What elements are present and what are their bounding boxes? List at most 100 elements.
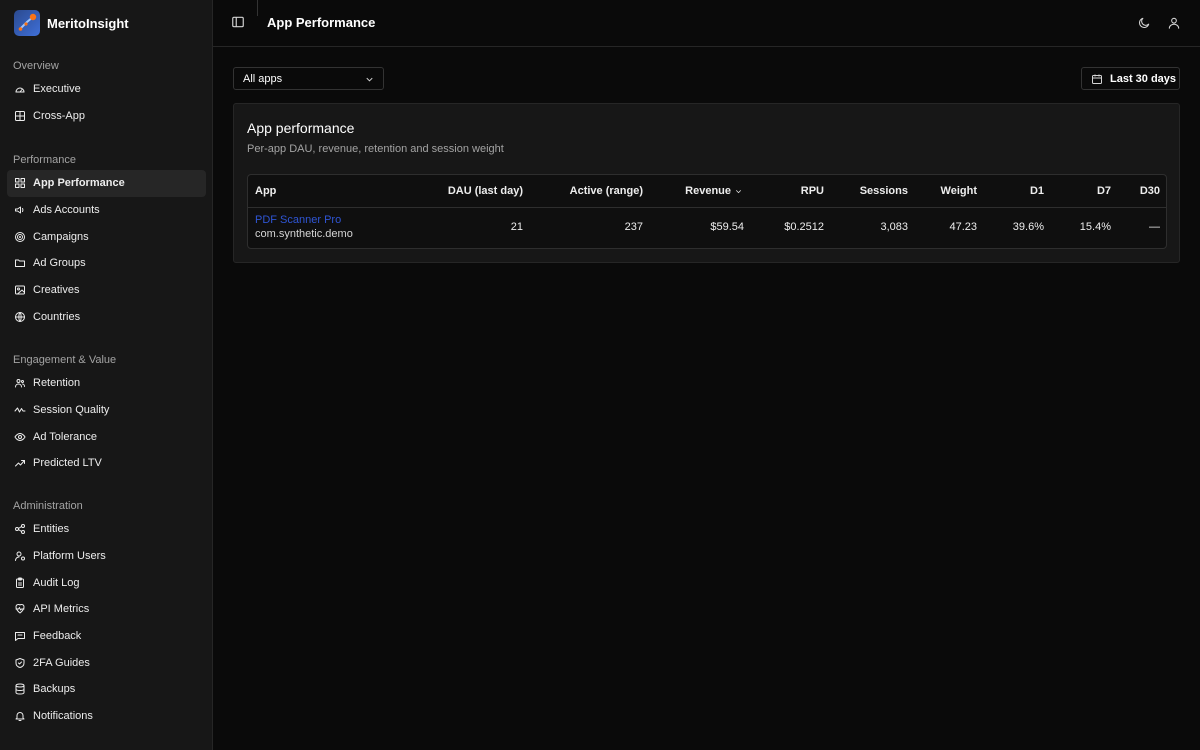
page-title: App Performance bbox=[267, 15, 376, 30]
sidebar-item-feedback[interactable]: Feedback bbox=[7, 623, 206, 650]
nav-group-engagement: Engagement & Value Retention Session Qua… bbox=[0, 350, 213, 477]
column-header-d7[interactable]: D7 bbox=[1097, 185, 1111, 197]
card-title: App performance bbox=[247, 120, 355, 136]
card-subtitle: Per-app DAU, revenue, retention and sess… bbox=[247, 143, 504, 155]
column-header-revenue[interactable]: Revenue bbox=[685, 185, 743, 197]
sidebar-item-cross-app[interactable]: Cross-App bbox=[7, 103, 206, 130]
brand-name: MeritoInsight bbox=[47, 15, 129, 31]
sidebar-item-label: Platform Users bbox=[33, 550, 106, 563]
target-icon bbox=[14, 231, 26, 243]
sidebar-item-backups[interactable]: Backups bbox=[7, 676, 206, 703]
app-performance-card: App performance Per-app DAU, revenue, re… bbox=[233, 103, 1180, 263]
sidebar-item-platform-users[interactable]: Platform Users bbox=[7, 543, 206, 570]
date-range-label: Last 30 days bbox=[1110, 72, 1177, 85]
sidebar-item-label: Predicted LTV bbox=[33, 457, 102, 470]
globe-icon bbox=[14, 311, 26, 323]
brand-logo-icon bbox=[14, 10, 40, 36]
sort-desc-icon bbox=[734, 187, 743, 196]
sidebar-item-label: App Performance bbox=[33, 177, 125, 190]
sidebar-item-session-quality[interactable]: Session Quality bbox=[7, 397, 206, 424]
sidebar-item-ad-groups[interactable]: Ad Groups bbox=[7, 250, 206, 277]
cell-d1: 39.6% bbox=[1012, 221, 1044, 233]
bell-icon bbox=[14, 710, 26, 722]
nav-group-title: Administration bbox=[13, 500, 83, 512]
date-range-button[interactable]: Last 30 days bbox=[1081, 67, 1180, 90]
cell-dau: 21 bbox=[510, 221, 523, 233]
clipboard-icon bbox=[14, 577, 26, 589]
sidebar-item-predicted-ltv[interactable]: Predicted LTV bbox=[7, 450, 206, 477]
sidebar-item-label: Backups bbox=[33, 683, 76, 696]
eye-icon bbox=[14, 431, 26, 443]
nav-group-title: Overview bbox=[13, 60, 59, 72]
megaphone-icon bbox=[14, 204, 26, 216]
header-divider bbox=[257, 0, 258, 16]
column-header-active[interactable]: Active (range) bbox=[570, 185, 643, 197]
sidebar-toggle-icon[interactable] bbox=[231, 15, 247, 31]
sidebar-item-api-metrics[interactable]: API Metrics bbox=[7, 596, 206, 623]
message-square-icon bbox=[14, 630, 26, 642]
database-icon bbox=[14, 683, 26, 695]
nav-group-title: Performance bbox=[13, 154, 76, 166]
sidebar: MeritoInsight Overview Executive Cross-A… bbox=[0, 0, 213, 750]
cell-sessions: 3,083 bbox=[880, 221, 908, 233]
sidebar-item-2fa-guides[interactable]: 2FA Guides bbox=[7, 649, 206, 676]
app-select-value: All apps bbox=[243, 72, 283, 85]
cell-revenue: $59.54 bbox=[710, 221, 744, 233]
cell-d30: — bbox=[1149, 221, 1160, 233]
column-header-d30[interactable]: D30 bbox=[1140, 185, 1160, 197]
sidebar-item-label: Executive bbox=[33, 83, 81, 96]
cell-weight: 47.23 bbox=[949, 221, 977, 233]
app-bundle-id: com.synthetic.demo bbox=[255, 228, 353, 240]
moon-icon[interactable] bbox=[1137, 16, 1151, 30]
sidebar-item-label: Entities bbox=[33, 523, 70, 536]
column-header-rpu[interactable]: RPU bbox=[801, 185, 824, 197]
sidebar-item-executive[interactable]: Executive bbox=[7, 76, 206, 103]
sidebar-item-ads-accounts[interactable]: Ads Accounts bbox=[7, 197, 206, 224]
sidebar-item-entities[interactable]: Entities bbox=[7, 516, 206, 543]
cell-rpu: $0.2512 bbox=[784, 221, 824, 233]
heart-pulse-icon bbox=[14, 603, 26, 615]
sidebar-item-notifications[interactable]: Notifications bbox=[7, 703, 206, 730]
sidebar-item-app-performance[interactable]: App Performance bbox=[7, 170, 206, 197]
sidebar-item-label: Notifications bbox=[33, 710, 93, 723]
sidebar-item-label: Creatives bbox=[33, 284, 80, 297]
app-name-link[interactable]: PDF Scanner Pro bbox=[255, 214, 341, 226]
sidebar-item-label: API Metrics bbox=[33, 603, 90, 616]
column-header-app[interactable]: App bbox=[255, 185, 276, 197]
sidebar-item-retention[interactable]: Retention bbox=[7, 370, 206, 397]
trending-up-icon bbox=[14, 457, 26, 469]
sidebar-item-label: Ad Groups bbox=[33, 257, 86, 270]
sidebar-item-countries[interactable]: Countries bbox=[7, 303, 206, 330]
column-header-sessions[interactable]: Sessions bbox=[860, 185, 908, 197]
column-header-d1[interactable]: D1 bbox=[1030, 185, 1044, 197]
shield-check-icon bbox=[14, 657, 26, 669]
sidebar-item-label: Cross-App bbox=[33, 110, 85, 123]
sidebar-item-audit-log[interactable]: Audit Log bbox=[7, 569, 206, 596]
sidebar-item-label: Ads Accounts bbox=[33, 204, 100, 217]
nav-group-administration: Administration Entities Platform Users A… bbox=[0, 496, 213, 730]
sidebar-item-label: Ad Tolerance bbox=[33, 430, 98, 443]
cell-active: 237 bbox=[624, 221, 643, 233]
app-select[interactable]: All apps bbox=[233, 67, 384, 90]
sidebar-item-campaigns[interactable]: Campaigns bbox=[7, 223, 206, 250]
cell-d7: 15.4% bbox=[1079, 221, 1111, 233]
grid-icon bbox=[14, 110, 26, 122]
chevron-down-icon bbox=[364, 74, 375, 85]
column-header-weight[interactable]: Weight bbox=[941, 185, 977, 197]
calendar-icon bbox=[1091, 73, 1103, 85]
gauge-icon bbox=[14, 83, 26, 95]
sidebar-item-ad-tolerance[interactable]: Ad Tolerance bbox=[7, 423, 206, 450]
column-header-dau[interactable]: DAU (last day) bbox=[448, 185, 523, 197]
performance-table: App DAU (last day) Active (range) Revenu… bbox=[247, 174, 1167, 249]
users-icon bbox=[14, 377, 26, 389]
table-row[interactable]: PDF Scanner Pro com.synthetic.demo 21 23… bbox=[248, 208, 1166, 249]
nav-group-title: Engagement & Value bbox=[13, 354, 117, 366]
activity-icon bbox=[14, 404, 26, 416]
user-icon[interactable] bbox=[1167, 16, 1181, 30]
nav-group-overview: Overview Executive Cross-App bbox=[0, 56, 213, 129]
brand[interactable]: MeritoInsight bbox=[14, 10, 129, 36]
sidebar-item-label: Retention bbox=[33, 377, 81, 390]
sidebar-item-creatives[interactable]: Creatives bbox=[7, 277, 206, 304]
sidebar-item-label: Feedback bbox=[33, 630, 82, 643]
sidebar-item-label: 2FA Guides bbox=[33, 656, 90, 669]
